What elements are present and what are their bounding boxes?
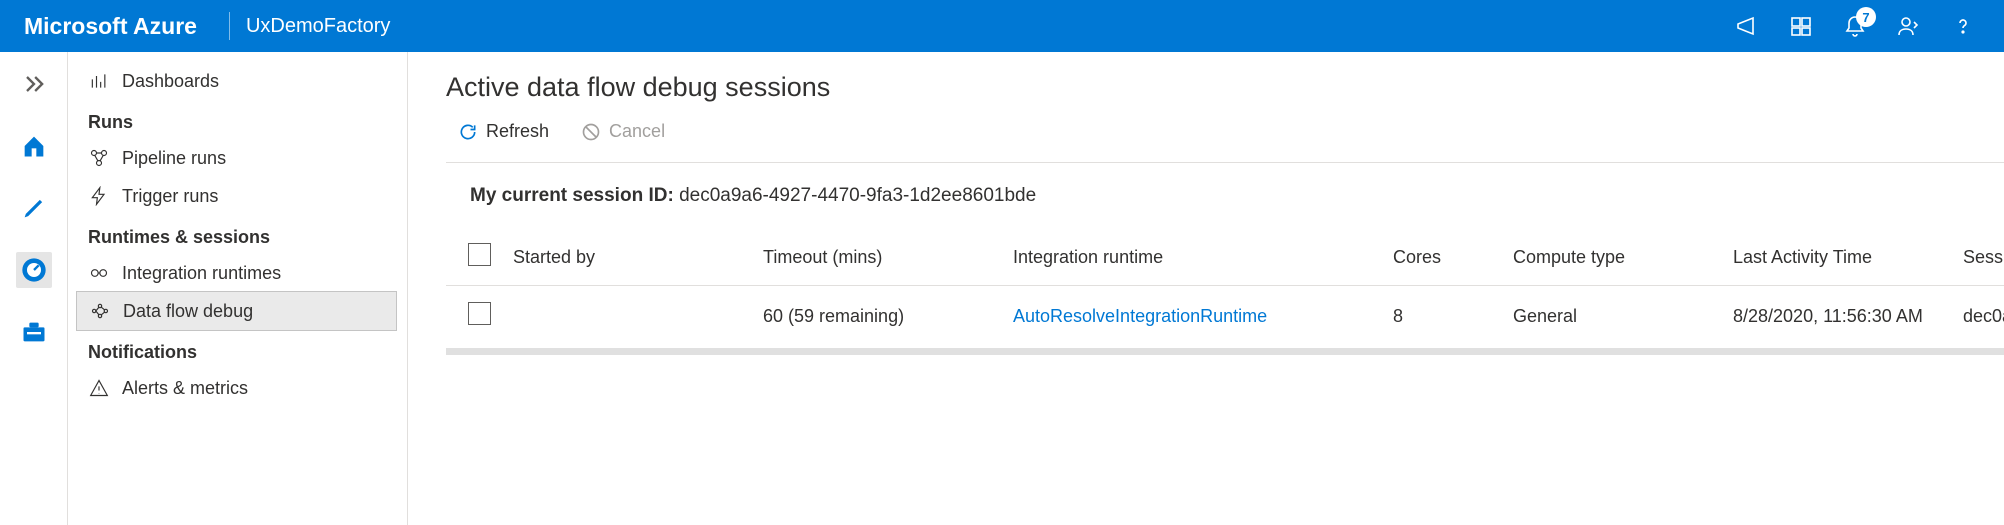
rail-expand[interactable] bbox=[16, 66, 52, 102]
rail-monitor[interactable] bbox=[16, 252, 52, 288]
rail-author[interactable] bbox=[16, 190, 52, 226]
sidebar-label: Pipeline runs bbox=[122, 148, 226, 169]
col-compute-type[interactable]: Compute type bbox=[1507, 229, 1727, 286]
icon-rail bbox=[0, 52, 68, 525]
sidebar-item-integration-runtimes[interactable]: Integration runtimes bbox=[68, 254, 407, 292]
sidebar-header-runtimes: Runtimes & sessions bbox=[68, 215, 407, 254]
toolbar: Refresh Cancel bbox=[446, 121, 2004, 163]
sidebar-item-alerts[interactable]: Alerts & metrics bbox=[68, 369, 407, 407]
row-checkbox[interactable] bbox=[468, 302, 491, 325]
refresh-button[interactable]: Refresh bbox=[458, 121, 549, 142]
rail-manage[interactable] bbox=[16, 314, 52, 350]
app-header: Microsoft Azure UxDemoFactory 7 bbox=[0, 0, 2004, 52]
cancel-label: Cancel bbox=[609, 121, 665, 142]
sidebar-item-data-flow-debug[interactable]: Data flow debug bbox=[76, 291, 397, 331]
trigger-icon bbox=[88, 185, 110, 207]
sidebar-item-trigger-runs[interactable]: Trigger runs bbox=[68, 177, 407, 215]
col-integration-runtime[interactable]: Integration runtime bbox=[1007, 229, 1387, 286]
rail-home[interactable] bbox=[16, 128, 52, 164]
notification-badge: 7 bbox=[1856, 7, 1876, 27]
brand-name: Microsoft Azure bbox=[24, 13, 197, 40]
notifications-icon[interactable]: 7 bbox=[1842, 13, 1868, 39]
integration-icon bbox=[88, 262, 110, 284]
cell-integration-runtime-link[interactable]: AutoResolveIntegrationRuntime bbox=[1013, 306, 1267, 326]
pipeline-icon bbox=[88, 147, 110, 169]
sidebar-label: Trigger runs bbox=[122, 186, 218, 207]
alert-icon bbox=[88, 377, 110, 399]
cell-cores: 8 bbox=[1387, 286, 1507, 347]
main-content: Active data flow debug sessions Refresh … bbox=[408, 52, 2004, 525]
cell-last-activity: 8/28/2020, 11:56:30 AM bbox=[1727, 286, 1957, 347]
announce-icon[interactable] bbox=[1734, 13, 1760, 39]
dashboards-icon bbox=[88, 70, 110, 92]
col-checkbox-header[interactable] bbox=[446, 229, 507, 286]
col-cores[interactable]: Cores bbox=[1387, 229, 1507, 286]
account-icon[interactable] bbox=[1896, 13, 1922, 39]
header-divider bbox=[229, 12, 230, 40]
sidebar-header-notifications: Notifications bbox=[68, 330, 407, 369]
refresh-icon bbox=[458, 122, 478, 142]
sidebar-item-dashboards[interactable]: Dashboards bbox=[68, 62, 407, 100]
sidebar-label: Data flow debug bbox=[123, 301, 253, 322]
cell-timeout: 60 (59 remaining) bbox=[757, 286, 1007, 347]
sidebar: Dashboards Runs Pipeline runs Trigger ru… bbox=[68, 52, 408, 525]
horizontal-scrollbar[interactable] bbox=[446, 348, 2004, 355]
cancel-button: Cancel bbox=[581, 121, 665, 142]
header-icons: 7 bbox=[1734, 13, 1984, 39]
cancel-icon bbox=[581, 122, 601, 142]
session-info: My current session ID: dec0a9a6-4927-447… bbox=[446, 163, 2004, 229]
dataflow-icon bbox=[89, 300, 111, 322]
context-name[interactable]: UxDemoFactory bbox=[246, 15, 390, 38]
col-started-by[interactable]: Started by bbox=[507, 229, 757, 286]
cell-session: dec0a9a bbox=[1957, 286, 2004, 347]
page-title: Active data flow debug sessions bbox=[446, 72, 2004, 103]
cell-started-by bbox=[507, 286, 757, 347]
help-icon[interactable] bbox=[1950, 13, 1976, 39]
col-session[interactable]: Session bbox=[1957, 229, 2004, 286]
sidebar-label: Dashboards bbox=[122, 71, 219, 92]
sidebar-label: Alerts & metrics bbox=[122, 378, 248, 399]
refresh-label: Refresh bbox=[486, 121, 549, 142]
session-id-label: My current session ID: bbox=[470, 185, 674, 206]
col-timeout[interactable]: Timeout (mins) bbox=[757, 229, 1007, 286]
select-all-checkbox[interactable] bbox=[468, 243, 491, 266]
table-row[interactable]: 60 (59 remaining) AutoResolveIntegration… bbox=[446, 286, 2004, 347]
sidebar-header-runs: Runs bbox=[68, 100, 407, 139]
sessions-grid: Started by Timeout (mins) Integration ru… bbox=[446, 229, 2004, 355]
feedback-icon[interactable] bbox=[1788, 13, 1814, 39]
sidebar-label: Integration runtimes bbox=[122, 263, 281, 284]
session-id-value: dec0a9a6-4927-4470-9fa3-1d2ee8601bde bbox=[679, 185, 1036, 206]
cell-compute-type: General bbox=[1507, 286, 1727, 347]
col-last-activity[interactable]: Last Activity Time bbox=[1727, 229, 1957, 286]
sidebar-item-pipeline-runs[interactable]: Pipeline runs bbox=[68, 139, 407, 177]
